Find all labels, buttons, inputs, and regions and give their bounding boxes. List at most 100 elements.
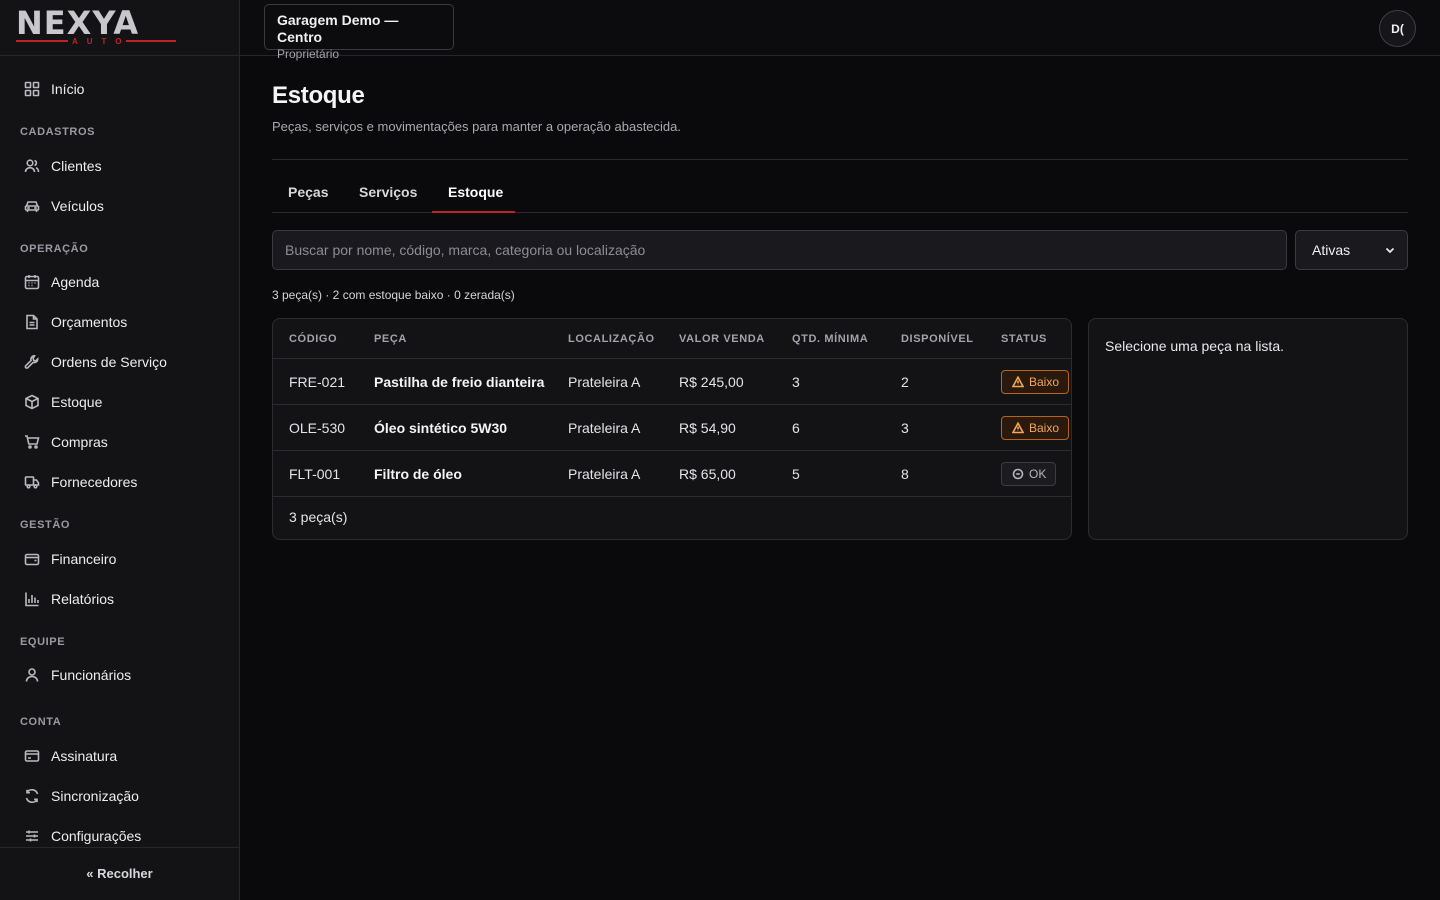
sidebar-item-veiculos[interactable]: Veículos: [12, 189, 228, 223]
sidebar-item-inicio[interactable]: Início: [12, 72, 228, 106]
parts-table: CÓDIGO PEÇA LOCALIZAÇÃO VALOR VENDA QTD.…: [272, 318, 1072, 540]
tab-servicos[interactable]: Serviços: [359, 184, 417, 200]
tab-estoque[interactable]: Estoque: [448, 184, 503, 200]
cell-part-name: Filtro de óleo: [374, 466, 462, 482]
cell-price: R$ 65,00: [679, 466, 736, 482]
cell-available: 8: [901, 466, 909, 482]
cell-code: OLE-530: [289, 420, 346, 436]
column-header-disponivel[interactable]: DISPONÍVEL: [901, 333, 974, 345]
inventory-summary: 3 peça(s) · 2 com estoque baixo · 0 zera…: [272, 288, 515, 302]
section-title-conta: CONTA: [20, 716, 62, 728]
credit-card-icon: [24, 748, 40, 764]
cell-location: Prateleira A: [568, 466, 641, 482]
sidebar-item-label: Ordens de Serviço: [51, 354, 167, 370]
cell-code: FLT-001: [289, 466, 341, 482]
column-header-codigo[interactable]: CÓDIGO: [289, 333, 337, 345]
sidebar-item-financeiro[interactable]: Financeiro: [12, 542, 228, 576]
sidebar-item-agenda[interactable]: Agenda: [12, 265, 228, 299]
user-icon: [24, 667, 40, 683]
page-title: Estoque: [272, 82, 365, 109]
workspace-name: Garagem Demo — Centro: [277, 12, 399, 45]
sidebar-item-ordens-de-servico[interactable]: Ordens de Serviço: [12, 345, 228, 379]
column-header-status[interactable]: STATUS: [1001, 333, 1047, 345]
sidebar-item-assinatura[interactable]: Assinatura: [12, 739, 228, 773]
topbar: Garagem Demo — Centro Proprietário D(: [240, 0, 1440, 61]
box-icon: [24, 394, 40, 410]
table-footer-count: 3 peça(s): [289, 509, 348, 525]
empty-selection-text: Selecione uma peça na lista.: [1105, 338, 1284, 354]
sidebar-item-relatorios[interactable]: Relatórios: [12, 582, 228, 616]
sidebar-item-label: Fornecedores: [51, 474, 138, 490]
column-header-peca[interactable]: PEÇA: [374, 333, 407, 345]
table-header: CÓDIGO PEÇA LOCALIZAÇÃO VALOR VENDA QTD.…: [273, 319, 1071, 359]
brand-name: NEXYA: [16, 4, 140, 42]
cell-part-name: Óleo sintético 5W30: [374, 420, 508, 436]
column-header-qtd-minima[interactable]: QTD. MÍNIMA: [792, 333, 868, 345]
search-input[interactable]: [272, 230, 1287, 270]
sidebar-item-label: Financeiro: [51, 551, 117, 567]
part-detail-panel: Selecione uma peça na lista.: [1088, 318, 1408, 540]
cell-price: R$ 54,90: [679, 420, 736, 436]
cell-min-qty: 3: [792, 374, 800, 390]
active-tab-indicator: [432, 211, 515, 213]
status-label: Baixo: [1029, 421, 1060, 435]
sidebar-item-label: Veículos: [51, 198, 104, 214]
cell-location: Prateleira A: [568, 420, 641, 436]
cart-icon: [24, 434, 40, 450]
status-badge: Baixo: [1001, 416, 1070, 440]
collapse-sidebar-button[interactable]: « Recolher: [0, 866, 239, 881]
status-filter-value: Ativas: [1312, 242, 1351, 258]
tab-pecas[interactable]: Peças: [288, 184, 328, 200]
cell-available: 3: [901, 420, 909, 436]
sidebar-item-clientes[interactable]: Clientes: [12, 149, 228, 183]
sidebar: NEXYA AUTO Início CADASTROS Clientes Veí…: [0, 0, 240, 900]
workspace-selector[interactable]: Garagem Demo — Centro Proprietário: [264, 4, 454, 61]
status-badge: OK: [1001, 462, 1057, 486]
status-label: OK: [1029, 467, 1047, 481]
cell-min-qty: 5: [792, 466, 800, 482]
logo-underline-left: [16, 40, 68, 42]
sidebar-item-label: Orçamentos: [51, 314, 128, 330]
sidebar-item-estoque[interactable]: Estoque: [12, 385, 228, 419]
status-label: Baixo: [1029, 375, 1060, 389]
column-header-valor-venda[interactable]: VALOR VENDA: [679, 333, 765, 345]
cell-price: R$ 245,00: [679, 374, 744, 390]
sidebar-item-sincronizacao[interactable]: Sincronização: [12, 779, 228, 813]
table-row[interactable]: FLT-001 Filtro de óleo Prateleira A R$ 6…: [273, 451, 1071, 497]
column-header-localizacao[interactable]: LOCALIZAÇÃO: [568, 333, 655, 345]
cell-available: 2: [901, 374, 909, 390]
brand-sub: AUTO: [72, 37, 131, 46]
sidebar-item-label: Sincronização: [51, 788, 139, 804]
sync-icon: [24, 788, 40, 804]
sidebar-item-fornecedores[interactable]: Fornecedores: [12, 465, 228, 499]
sidebar-item-label: Estoque: [51, 394, 103, 410]
cell-part-name: Pastilha de freio dianteira: [374, 374, 545, 390]
wrench-icon: [24, 354, 40, 370]
status-filter-select[interactable]: Ativas: [1295, 230, 1408, 270]
grid-icon: [24, 81, 40, 97]
sidebar-item-orcamentos[interactable]: Orçamentos: [12, 305, 228, 339]
sidebar-footer-divider: [0, 847, 239, 848]
workspace-role: Proprietário: [277, 47, 340, 61]
header-divider: [272, 159, 1408, 160]
sidebar-item-funcionarios[interactable]: Funcionários: [12, 658, 228, 692]
sidebar-item-compras[interactable]: Compras: [12, 425, 228, 459]
sliders-icon: [24, 828, 40, 844]
chevron-down-icon: [1385, 247, 1395, 254]
cell-location: Prateleira A: [568, 374, 641, 390]
brand-logo[interactable]: NEXYA AUTO: [16, 4, 176, 46]
section-title-cadastros: CADASTROS: [20, 126, 96, 138]
sidebar-item-label: Funcionários: [51, 667, 132, 683]
page-subtitle: Peças, serviços e movimentações para man…: [272, 119, 681, 134]
user-avatar[interactable]: D(: [1379, 10, 1416, 47]
table-row[interactable]: OLE-530 Óleo sintético 5W30 Prateleira A…: [273, 405, 1071, 451]
logo-underline-right: [126, 40, 176, 42]
section-title-operacao: OPERAÇÃO: [20, 243, 89, 255]
table-row[interactable]: FRE-021 Pastilha de freio dianteira Prat…: [273, 359, 1071, 405]
sidebar-item-label: Assinatura: [51, 748, 118, 764]
sidebar-item-label: Clientes: [51, 158, 102, 174]
car-icon: [24, 198, 40, 214]
section-title-equipe: EQUIPE: [20, 636, 66, 648]
warning-icon: [1012, 422, 1024, 434]
truck-icon: [24, 474, 40, 490]
